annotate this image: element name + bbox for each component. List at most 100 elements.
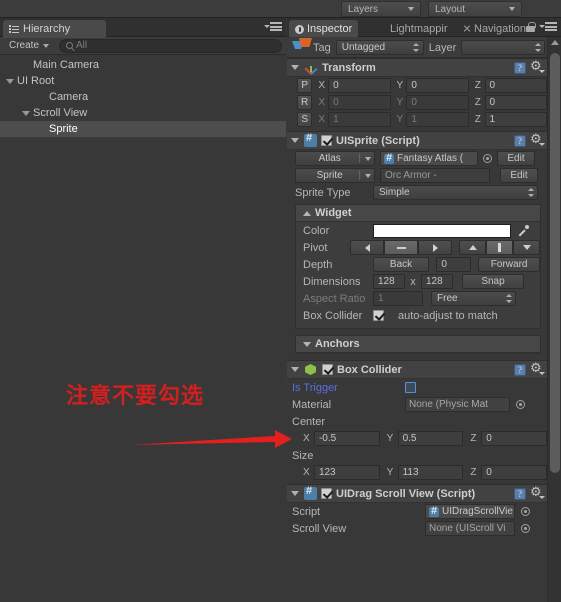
dimensions-y-field[interactable]: 128 <box>421 274 453 289</box>
transform-p-x-field[interactable]: 0 <box>328 78 391 93</box>
sprite-edit-button[interactable]: Edit <box>500 168 538 183</box>
gear-icon[interactable] <box>530 59 545 74</box>
help-icon[interactable]: ? <box>514 364 526 376</box>
tab-hierarchy[interactable]: Hierarchy <box>3 20 106 38</box>
anchors-header[interactable]: Anchors <box>296 336 540 353</box>
foldout-down-icon[interactable] <box>303 341 311 347</box>
transform-r-z-field[interactable]: 0 <box>484 95 547 110</box>
layout-dropdown[interactable]: Layout <box>428 1 522 17</box>
snap-button[interactable]: Snap <box>462 274 524 289</box>
transform-s-y-field[interactable]: 1 <box>406 112 469 127</box>
widget-header[interactable]: Widget <box>296 205 540 222</box>
size-y-field[interactable]: 113 <box>397 465 464 480</box>
pivot-bottom-button[interactable] <box>513 240 540 255</box>
component-header-boxcollider[interactable]: Box Collider ? <box>287 360 547 379</box>
center-z-field[interactable]: 0 <box>481 431 547 446</box>
transform-p-z-field[interactable]: 0 <box>484 78 547 93</box>
hierarchy-item-ui-root[interactable]: UI Root <box>0 73 286 89</box>
pivot-top-button[interactable] <box>459 240 486 255</box>
hierarchy-menu-icon[interactable] <box>264 22 282 33</box>
hierarchy-item-scroll-view[interactable]: Scroll View <box>0 105 286 121</box>
transform-p-button[interactable]: P <box>297 78 313 93</box>
inspector-tabbar: Inspector Lightmappir Navigation <box>287 18 561 38</box>
gear-icon[interactable] <box>530 132 545 147</box>
dimensions-x-field[interactable]: 128 <box>373 274 405 289</box>
center-x-field[interactable]: -0.5 <box>313 431 380 446</box>
scrollview-picker-icon[interactable] <box>521 524 530 533</box>
boxcollider-enabled-checkbox[interactable] <box>322 364 333 375</box>
foldout-icon[interactable] <box>6 78 14 84</box>
transform-r-button[interactable]: R <box>297 95 313 110</box>
transform-r-y-field[interactable]: 0 <box>406 95 469 110</box>
aspect-ratio-field[interactable]: 1 <box>373 291 423 306</box>
component-header-transform[interactable]: Transform ? <box>287 58 547 77</box>
hierarchy-item-sprite[interactable]: Sprite <box>0 121 286 137</box>
layers-dropdown[interactable]: Layers <box>341 1 421 17</box>
pivot-vertical-group <box>459 240 540 255</box>
atlas-picker-icon[interactable] <box>483 154 492 163</box>
widget-boxcollider-checkbox[interactable] <box>373 310 384 321</box>
atlas-object-field[interactable]: Fantasy Atlas ( <box>380 151 478 166</box>
center-y-field[interactable]: 0.5 <box>397 431 464 446</box>
size-x-field[interactable]: 123 <box>313 465 380 480</box>
layer-dropdown[interactable] <box>461 40 546 55</box>
lock-icon[interactable] <box>526 22 536 32</box>
gear-icon[interactable] <box>530 361 545 376</box>
foldout-icon[interactable] <box>291 367 299 372</box>
material-object-field[interactable]: None (Physic Mat <box>405 397 510 412</box>
pivot-left-button[interactable] <box>350 240 384 255</box>
gear-icon[interactable] <box>530 485 545 500</box>
sprite-name-field[interactable]: Orc Armor - <box>380 168 490 183</box>
help-icon[interactable]: ? <box>514 135 526 147</box>
tab-lightmapping[interactable]: Lightmappir <box>384 20 453 38</box>
aspect-ratio-value: 1 <box>378 293 384 304</box>
scrollview-object-field[interactable]: None (UIScroll Vi <box>425 521 515 536</box>
foldout-up-icon[interactable] <box>303 210 311 216</box>
gameobject-header: Tag Untagged Layer <box>287 37 547 58</box>
widget-section: Widget Color Pivot Depth Back 0 Forward … <box>295 204 541 329</box>
create-button[interactable]: Create <box>4 38 54 53</box>
transform-s-x-field[interactable]: 1 <box>328 112 391 127</box>
uidragscrollview-enabled-checkbox[interactable] <box>321 488 332 499</box>
foldout-icon[interactable] <box>22 110 30 116</box>
hierarchy-item-camera[interactable]: Camera <box>0 89 286 105</box>
is-trigger-checkbox[interactable] <box>405 382 416 393</box>
eyedropper-icon[interactable] <box>516 224 530 238</box>
help-icon[interactable]: ? <box>514 488 526 500</box>
atlas-dropdown[interactable]: Atlas | <box>295 151 375 166</box>
atlas-edit-button[interactable]: Edit <box>497 151 535 166</box>
sprite-dropdown[interactable]: Sprite | <box>295 168 375 183</box>
component-header-uisprite[interactable]: UISprite (Script) ? <box>287 131 547 150</box>
aspect-mode-value: Free <box>437 293 458 304</box>
uisprite-enabled-checkbox[interactable] <box>321 135 332 146</box>
foldout-icon[interactable] <box>291 491 299 496</box>
component-header-uidragscrollview[interactable]: UIDrag Scroll View (Script) ? <box>287 484 547 503</box>
help-icon[interactable]: ? <box>514 62 526 74</box>
material-picker-icon[interactable] <box>516 400 525 409</box>
atlas-label: Atlas <box>318 153 341 164</box>
transform-r-x-field[interactable]: 0 <box>328 95 391 110</box>
script-object-field[interactable]: UIDragScrollVie <box>425 504 515 519</box>
transform-s-z-field[interactable]: 1 <box>484 112 547 127</box>
sprite-type-dropdown[interactable]: Simple <box>373 185 538 200</box>
foldout-icon[interactable] <box>291 65 299 70</box>
tab-inspector[interactable]: Inspector <box>289 20 359 38</box>
foldout-icon[interactable] <box>291 138 299 143</box>
inspector-menu-icon[interactable] <box>539 22 557 33</box>
pivot-right-button[interactable] <box>418 240 452 255</box>
transform-p-y-field[interactable]: 0 <box>406 78 469 93</box>
depth-back-button[interactable]: Back <box>372 257 430 272</box>
hierarchy-item-main-camera[interactable]: Main Camera <box>0 57 286 73</box>
hierarchy-search-input[interactable]: All <box>59 38 282 53</box>
script-picker-icon[interactable] <box>521 507 530 516</box>
tab-navigation[interactable]: Navigation <box>457 20 532 38</box>
size-z-field[interactable]: 0 <box>481 465 547 480</box>
depth-forward-button[interactable]: Forward <box>478 257 540 272</box>
pivot-center-v-button[interactable] <box>486 240 513 255</box>
aspect-mode-dropdown[interactable]: Free <box>431 291 516 306</box>
tag-dropdown[interactable]: Untagged <box>335 40 424 55</box>
color-swatch[interactable] <box>373 223 511 238</box>
depth-value-field[interactable]: 0 <box>436 257 472 272</box>
transform-s-button[interactable]: S <box>297 112 313 127</box>
pivot-center-h-button[interactable] <box>384 240 418 255</box>
